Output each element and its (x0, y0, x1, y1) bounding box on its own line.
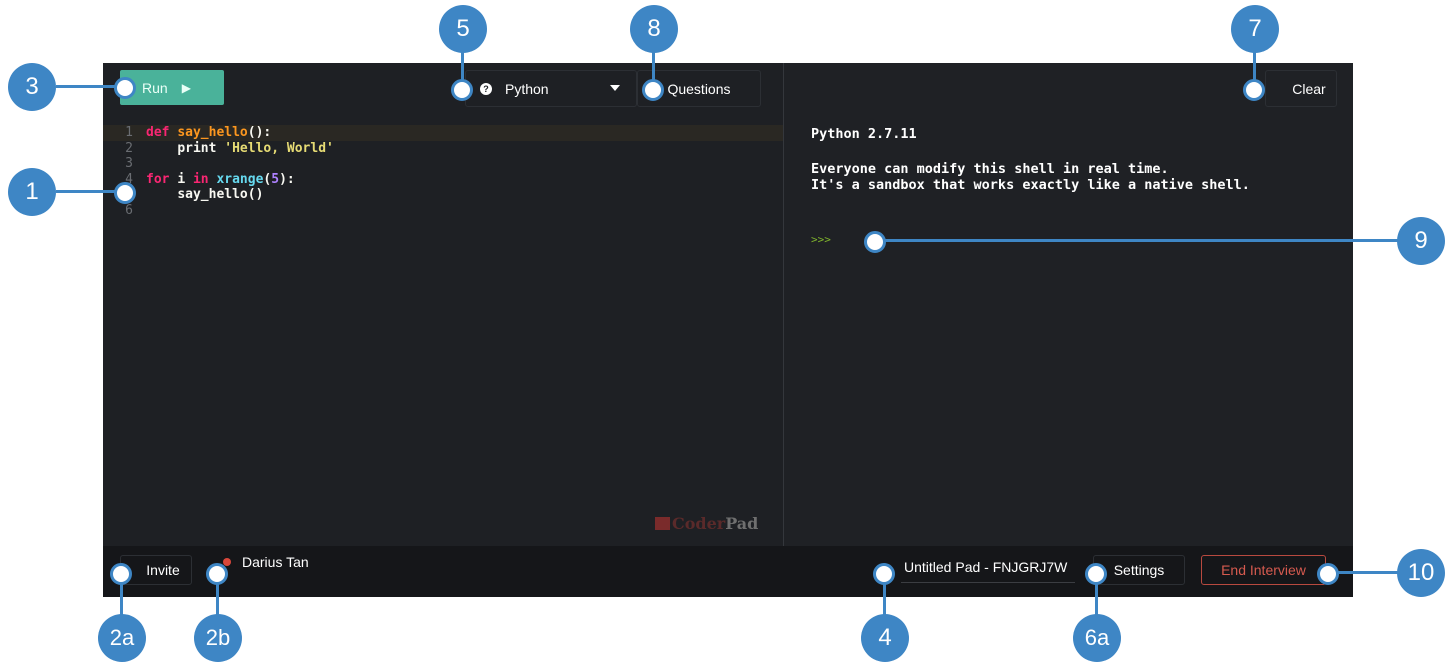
callout-5: 5 (439, 5, 487, 53)
code-line: 4 for i in xrange(5): (103, 172, 783, 188)
help-icon[interactable]: ? (480, 82, 492, 95)
user-status[interactable]: Darius Tan (223, 554, 309, 570)
clear-label: Clear (1292, 80, 1326, 97)
end-interview-button[interactable]: End Interview (1201, 555, 1326, 585)
user-name: Darius Tan (242, 554, 309, 570)
chevron-down-icon (610, 85, 620, 91)
code-line: 6 (103, 203, 783, 219)
language-select[interactable]: ? Python (465, 70, 637, 107)
callout-2b: 2b (194, 614, 242, 662)
settings-label: Settings (1113, 562, 1165, 578)
console-pane[interactable]: Clear Python 2.7.11 Everyone can modify … (784, 63, 1353, 546)
callout-marker (451, 79, 473, 101)
console-prompt[interactable]: >>> (811, 233, 831, 246)
callout-marker (1243, 79, 1265, 101)
code-token: print (177, 140, 217, 156)
clear-button[interactable]: Clear (1265, 70, 1337, 107)
code-token: 'Hello, World' (224, 140, 334, 156)
callout-4: 4 (861, 614, 909, 662)
callout-line (880, 239, 1400, 242)
logo-text-coder: Coder (672, 514, 726, 533)
callout-marker (873, 563, 895, 585)
code-editor-pane[interactable]: Run ▶ ? Python Questions 1 def say_hello… (103, 63, 783, 546)
callout-marker (114, 77, 136, 99)
play-icon: ▶ (181, 80, 191, 95)
settings-button[interactable]: Settings (1093, 555, 1185, 585)
code-line: 1 def say_hello(): (103, 125, 783, 141)
language-label: Python (505, 80, 549, 97)
callout-1: 1 (8, 168, 56, 216)
code-token: say_hello() (177, 187, 264, 202)
coderpad-logo: CoderPad (655, 514, 758, 533)
callout-6a: 6a (1073, 614, 1121, 662)
line-number: 3 (125, 156, 133, 171)
callout-marker (642, 79, 664, 101)
footer-bar: Invite Darius Tan Untitled Pad - FNJGRJ7… (103, 546, 1353, 597)
code-token: def (146, 125, 170, 140)
line-number: 1 (125, 125, 133, 140)
callout-9: 9 (1397, 217, 1445, 265)
run-label: Run (142, 79, 168, 96)
coderpad-app: Run ▶ ? Python Questions 1 def say_hello… (103, 63, 1353, 597)
callout-marker (110, 563, 132, 585)
end-interview-label: End Interview (1221, 562, 1306, 578)
callout-7: 7 (1231, 5, 1279, 53)
code-token: i (177, 171, 186, 187)
code-line: 2 print 'Hello, World' (103, 141, 783, 157)
callout-10: 10 (1397, 549, 1445, 597)
pad-title-input[interactable]: Untitled Pad - FNJGRJ7W (901, 552, 1075, 583)
callout-2a: 2a (98, 614, 146, 662)
console-version: Python 2.7.11 (811, 126, 917, 142)
code-token: (): (247, 125, 272, 140)
code-token: 5 (271, 171, 280, 187)
code-line: 5 say_hello() (103, 187, 783, 203)
callout-8: 8 (630, 5, 678, 53)
console-intro-line: Everyone can modify this shell in real t… (811, 161, 1169, 177)
callout-marker (1317, 563, 1339, 585)
code-token: say_hello (177, 125, 248, 140)
callout-line (1335, 571, 1400, 574)
code-area[interactable]: 1 def say_hello(): 2 print 'Hello, World… (103, 125, 783, 218)
callout-marker (206, 563, 228, 585)
code-token: in (192, 171, 209, 187)
questions-label: Questions (667, 80, 731, 97)
line-number: 2 (125, 140, 133, 156)
callout-3: 3 (8, 63, 56, 111)
logo-icon (655, 517, 670, 530)
callout-marker (864, 231, 886, 253)
callout-marker (1085, 563, 1107, 585)
callout-marker (114, 182, 136, 204)
code-token: ): (279, 171, 295, 187)
code-line: 3 (103, 156, 783, 172)
line-number: 6 (125, 202, 133, 218)
code-token: for (146, 171, 170, 187)
pad-title-text: Untitled Pad - FNJGRJ7W (904, 559, 1068, 575)
logo-text-pad: Pad (725, 514, 759, 533)
invite-label: Invite (146, 562, 180, 578)
console-intro-line: It's a sandbox that works exactly like a… (811, 177, 1250, 193)
code-token: xrange (216, 171, 264, 187)
